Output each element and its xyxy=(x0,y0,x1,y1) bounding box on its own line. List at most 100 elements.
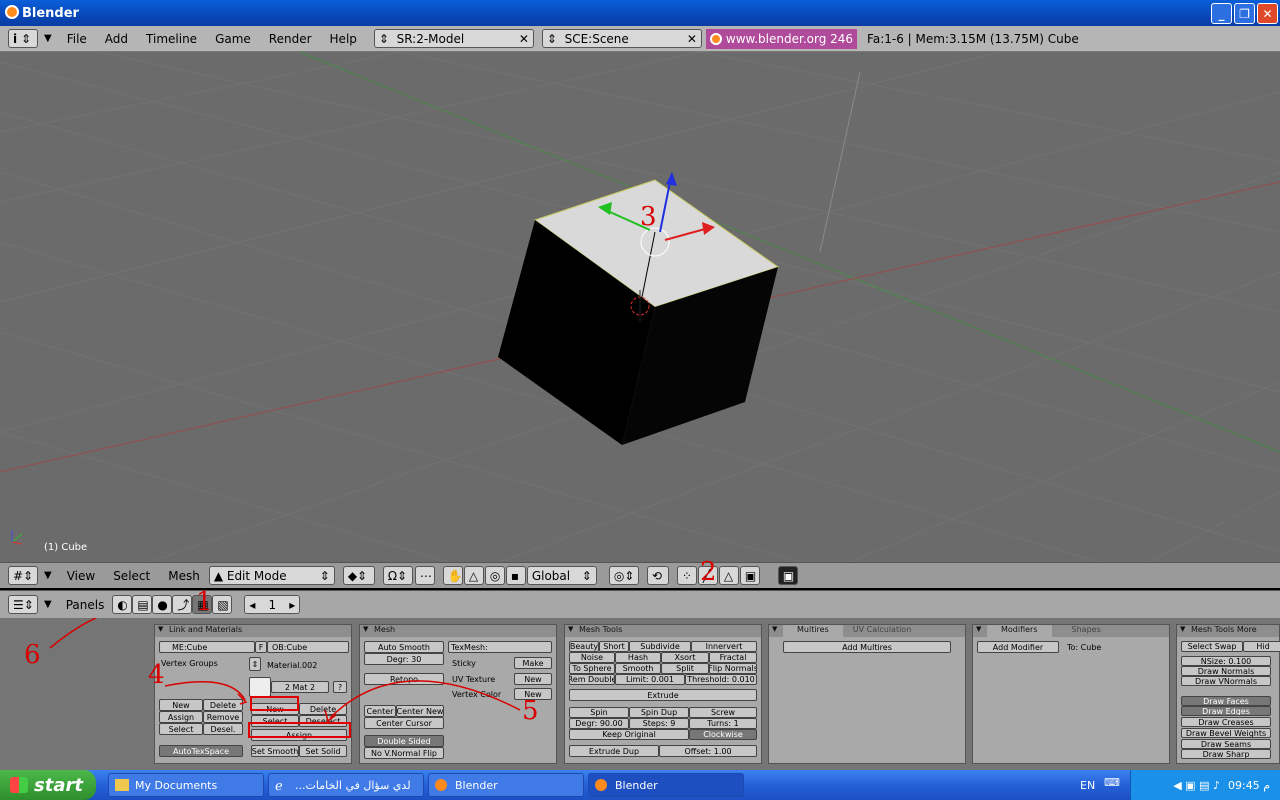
orientation-selector[interactable]: Global ⇕ xyxy=(526,566,597,585)
no-vnormal-flip-toggle[interactable]: No V.Normal Flip xyxy=(364,747,444,759)
start-button[interactable]: start xyxy=(0,770,96,800)
auto-smooth-toggle[interactable]: Auto Smooth xyxy=(364,641,444,653)
minimize-button[interactable]: _ xyxy=(1211,3,1232,24)
window-titlebar[interactable]: Blender _ ❐ ✕ xyxy=(0,0,1280,26)
vgroup-deselect-button[interactable]: Desel. xyxy=(203,723,243,735)
draw-vnormals-toggle[interactable]: Draw VNormals xyxy=(1181,676,1271,686)
viewport-canvas[interactable] xyxy=(0,52,1280,562)
language-indicator[interactable]: EN xyxy=(1080,779,1095,792)
proportional-falloff-icon[interactable]: ⟲ xyxy=(646,566,669,585)
draw-bevel-weights-toggle[interactable]: Draw Bevel Weights xyxy=(1181,728,1271,738)
scene-selector[interactable]: ⇕ SCE:Scene ✕ xyxy=(541,29,702,48)
draw-seams-toggle[interactable]: Draw Seams xyxy=(1181,739,1271,749)
editor-type-selector[interactable]: #⇕ xyxy=(8,566,38,585)
to-sphere-button[interactable]: To Sphere xyxy=(569,663,615,674)
spin-degr-slider[interactable]: Degr: 90.00 xyxy=(569,718,629,729)
nsize-slider[interactable]: NSize: 0.100 xyxy=(1181,656,1271,666)
steps-slider[interactable]: Steps: 9 xyxy=(629,718,689,729)
script-context-icon[interactable]: ▤ xyxy=(132,595,153,614)
clock[interactable]: 09:45 م xyxy=(1228,779,1270,792)
mode-selector[interactable]: ▲ Edit Mode ⇕ xyxy=(208,566,335,585)
taskbar-item-my-documents[interactable]: My Documents xyxy=(108,773,264,797)
draw-sharp-toggle[interactable]: Draw Sharp xyxy=(1181,749,1271,759)
vgroup-remove-button[interactable]: Remove xyxy=(203,711,243,723)
center-button[interactable]: Center xyxy=(364,705,396,717)
clockwise-toggle[interactable]: Clockwise xyxy=(689,729,757,740)
uv-texture-new-button[interactable]: New xyxy=(514,673,552,685)
sticky-make-button[interactable]: Make xyxy=(514,657,552,669)
rem-double-button[interactable]: Rem Double xyxy=(569,674,615,685)
autotexspace-toggle[interactable]: AutoTexSpace xyxy=(159,745,243,757)
spin-dup-button[interactable]: Spin Dup xyxy=(629,707,689,718)
material-index-field[interactable]: 2 Mat 2 xyxy=(271,681,329,693)
rotate-icon[interactable]: ◎ xyxy=(484,566,505,585)
threshold-slider[interactable]: Threshold: 0.010 xyxy=(685,674,757,685)
object-name-field[interactable]: OB:Cube xyxy=(267,641,349,653)
add-multires-button[interactable]: Add Multires xyxy=(783,641,951,653)
snap-icon[interactable]: Ω⇕ xyxy=(382,566,413,585)
fractal-button[interactable]: Fractal xyxy=(709,652,757,663)
double-sided-toggle[interactable]: Double Sided xyxy=(364,735,444,747)
menu-mesh[interactable]: Mesh xyxy=(159,569,209,583)
extrude-button[interactable]: Extrude xyxy=(569,689,757,701)
taskbar-item-browser[interactable]: ℯ ...لدي سؤال في الخامات xyxy=(268,773,424,797)
taskbar-item-blender-active[interactable]: Blender xyxy=(588,773,744,797)
menu-render[interactable]: Render xyxy=(260,32,321,46)
noise-button[interactable]: Noise xyxy=(569,652,615,663)
screw-button[interactable]: Screw xyxy=(689,707,757,718)
tab-multires[interactable]: Multires xyxy=(783,625,843,637)
shading-context-icon[interactable]: ● xyxy=(152,595,173,614)
close-icon[interactable]: ✕ xyxy=(687,32,697,46)
menu-file[interactable]: File xyxy=(58,32,96,46)
occlude-icon[interactable]: ▣ xyxy=(739,566,760,585)
material-preview-swatch[interactable] xyxy=(249,677,271,697)
grid-snap-icon[interactable]: ⋯ xyxy=(414,566,435,585)
menu-view[interactable]: View xyxy=(58,569,104,583)
frame-field[interactable]: ◂ 1 ▸ xyxy=(244,595,301,614)
proportional-edit-icon[interactable]: ◎⇕ xyxy=(608,566,639,585)
limit-slider[interactable]: Limit: 0.001 xyxy=(615,674,685,685)
pivot-selector[interactable]: ◆⇕ xyxy=(342,566,375,585)
subdivide-button[interactable]: Subdivide xyxy=(629,641,691,652)
menu-add[interactable]: Add xyxy=(96,32,137,46)
draw-edges-toggle[interactable]: Draw Edges xyxy=(1181,706,1271,716)
set-solid-button[interactable]: Set Solid xyxy=(299,745,347,757)
keep-original-toggle[interactable]: Keep Original xyxy=(569,729,689,740)
short-toggle[interactable]: Short xyxy=(599,641,629,652)
hide-button[interactable]: Hid xyxy=(1243,641,1280,652)
close-icon[interactable]: ✕ xyxy=(519,32,529,46)
beauty-toggle[interactable]: Beauty xyxy=(569,641,599,652)
tab-uv-calculation[interactable]: UV Calculation xyxy=(843,625,922,637)
restore-button[interactable]: ❐ xyxy=(1234,3,1255,24)
offset-slider[interactable]: Offset: 1.00 xyxy=(659,745,757,757)
menu-timeline[interactable]: Timeline xyxy=(137,32,206,46)
xsort-button[interactable]: Xsort xyxy=(661,652,709,663)
tray-icons[interactable]: ◀ ▣ ▤ ♪ xyxy=(1173,779,1220,792)
spin-button[interactable]: Spin xyxy=(569,707,629,718)
mesh-datablock-field[interactable]: ME:Cube xyxy=(159,641,255,653)
blender-org-link[interactable]: www.blender.org 246 xyxy=(705,28,858,49)
object-context-icon[interactable]: ⤴ xyxy=(172,595,193,614)
face-select-icon[interactable]: △ xyxy=(718,566,739,585)
input-settings-icon[interactable]: ⌨ xyxy=(1104,776,1120,789)
turns-slider[interactable]: Turns: 1 xyxy=(689,718,757,729)
collapse-menu-icon[interactable]: ▼ xyxy=(44,570,52,581)
retopo-toggle[interactable]: Retopo xyxy=(364,673,444,685)
screen-selector[interactable]: ⇕ SR:2-Model ✕ xyxy=(373,29,534,48)
tab-modifiers[interactable]: Modifiers xyxy=(987,625,1052,637)
vgroup-delete-button[interactable]: Delete xyxy=(203,699,243,711)
render-icon[interactable]: ▣ xyxy=(777,566,798,585)
tab-shapes[interactable]: Shapes xyxy=(1052,625,1121,637)
menu-game[interactable]: Game xyxy=(206,32,260,46)
collapse-menu-icon[interactable]: ▼ xyxy=(44,33,52,44)
menu-select[interactable]: Select xyxy=(104,569,159,583)
vgroup-new-button[interactable]: New xyxy=(159,699,203,711)
draw-creases-toggle[interactable]: Draw Creases xyxy=(1181,717,1271,727)
material-delete-button[interactable]: Delete xyxy=(299,703,347,715)
logic-context-icon[interactable]: ◐ xyxy=(112,595,133,614)
texmesh-field[interactable]: TexMesh: xyxy=(448,641,552,653)
vertex-select-icon[interactable]: ⁘ xyxy=(676,566,697,585)
degr-slider[interactable]: Degr: 30 xyxy=(364,653,444,665)
smooth-button[interactable]: Smooth xyxy=(615,663,661,674)
editor-type-selector[interactable]: ☰⇕ xyxy=(8,595,38,614)
